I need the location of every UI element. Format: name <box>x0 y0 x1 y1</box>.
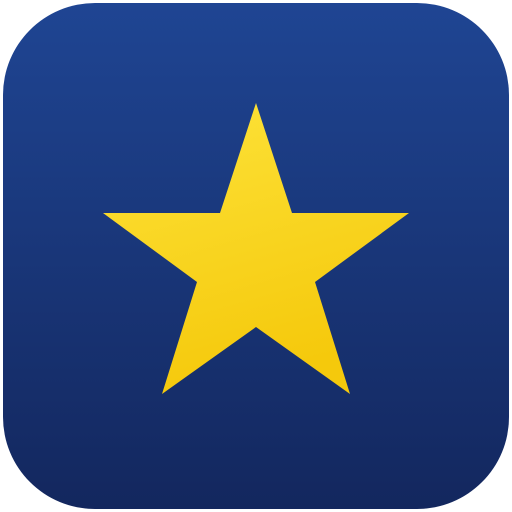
app-icon[interactable] <box>0 0 512 512</box>
